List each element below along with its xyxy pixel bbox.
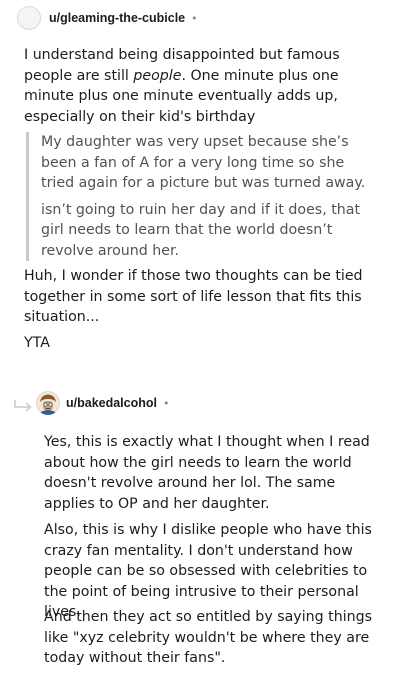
quote-paragraph: My daughter was very upset because she’s… xyxy=(41,134,366,191)
default-avatar-icon[interactable] xyxy=(17,6,41,30)
comment-paragraph: Huh, I wonder if those two thoughts can … xyxy=(24,268,363,325)
comment-header: u/gleaming-the-cubicle • xyxy=(17,6,198,30)
emphasis-text: people xyxy=(133,67,182,84)
comment-author[interactable]: u/gleaming-the-cubicle xyxy=(49,11,185,25)
reply-arrow-icon xyxy=(14,400,32,412)
cartoon-avatar-icon[interactable] xyxy=(36,391,60,415)
comment-paragraph: And then they act so entitled by saying … xyxy=(44,609,373,666)
comment-paragraph: Yes, this is exactly what I thought when… xyxy=(44,434,370,512)
meta-dot: • xyxy=(191,11,198,25)
meta-dot: • xyxy=(163,396,170,410)
comment-author[interactable]: u/bakedalcohol xyxy=(66,396,157,410)
verdict-text: YTA xyxy=(24,335,50,351)
comment-paragraph: I understand being disappointed but famo… xyxy=(24,45,384,127)
comment-header: u/bakedalcohol • xyxy=(36,391,170,415)
quote-paragraph: isn’t going to ruin her day and if it do… xyxy=(41,201,361,259)
block-quote: My daughter was very upset because she’s… xyxy=(26,132,378,261)
